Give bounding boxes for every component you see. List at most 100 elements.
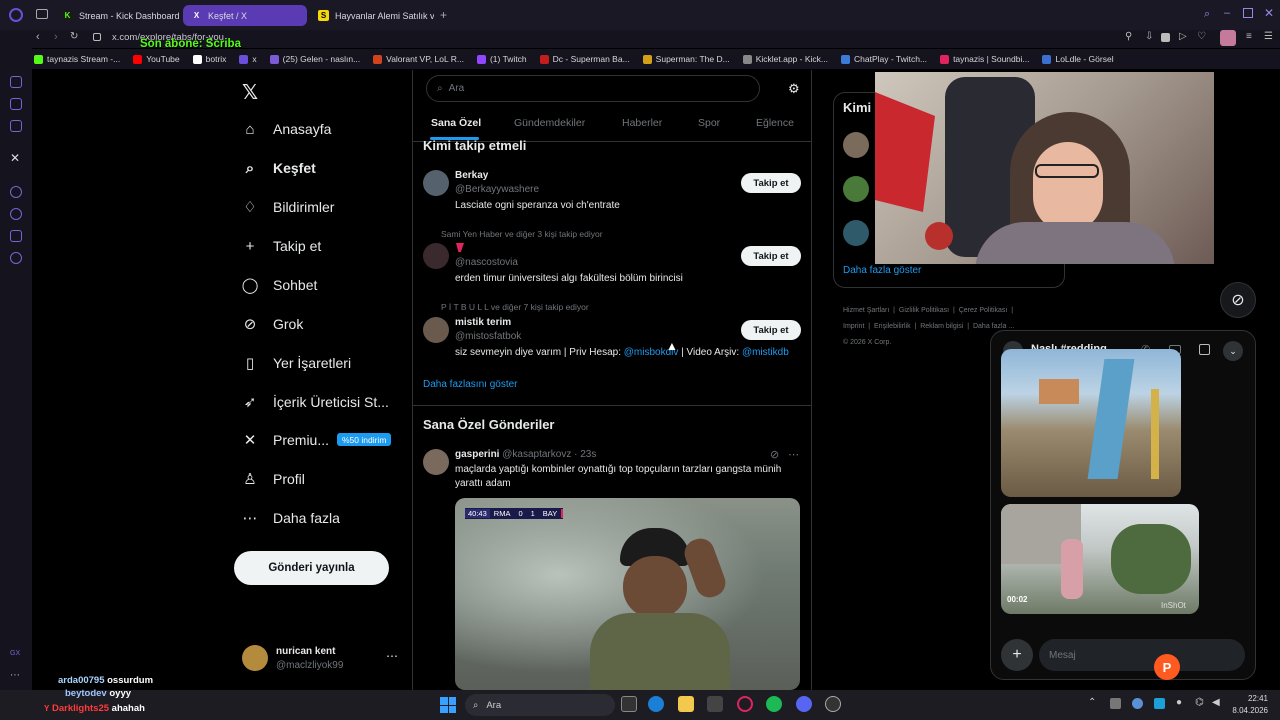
nav-item-6[interactable]: ▯ Yer İşaretleri (241, 354, 351, 372)
tab-entertainment[interactable]: Eğlence (756, 117, 794, 129)
store-icon[interactable] (707, 696, 723, 712)
search-tabs-icon[interactable]: ⌕ (1204, 8, 1210, 21)
minimize-icon[interactable]: – (1224, 7, 1230, 19)
footer-link[interactable]: Gizlilik Politikası (899, 307, 949, 314)
close-window-icon[interactable]: ✕ (1264, 6, 1274, 20)
footer-link[interactable]: Imprint (843, 323, 864, 330)
post-time[interactable]: · 23s (574, 449, 596, 460)
sidebar-settings-icon[interactable] (10, 252, 22, 264)
network-icon[interactable]: ⌬ (1195, 697, 1204, 708)
post-more-icon[interactable]: ⋯ (788, 448, 799, 461)
sidebar-app-icon[interactable] (10, 98, 22, 110)
user-handle[interactable]: @Berkayywashere (455, 184, 539, 195)
steam-icon[interactable] (825, 696, 841, 712)
microphone-icon[interactable]: ● (1176, 697, 1182, 708)
task-view-icon[interactable] (621, 696, 637, 712)
file-explorer-icon[interactable] (678, 696, 694, 712)
send-icon[interactable]: ▷ (1179, 31, 1187, 42)
opera-gx-icon[interactable] (737, 696, 753, 712)
sidebar-app-icon[interactable] (10, 120, 22, 132)
user-handle[interactable]: @nascostovia (455, 257, 518, 268)
footer-link[interactable]: Çerez Politikası (959, 307, 1008, 314)
tab-sports[interactable]: Spor (698, 117, 720, 129)
expand-icon[interactable] (1199, 344, 1210, 355)
grok-icon[interactable]: ⊘ (770, 448, 779, 461)
clock-date[interactable]: 8.04.2026 (1224, 706, 1268, 715)
footer-link[interactable]: Hizmet Şartları (843, 307, 889, 314)
nav-item-8[interactable]: ✕ Premiu... (241, 431, 329, 449)
bookmark-item[interactable]: x (239, 54, 257, 64)
tray-overflow-icon[interactable]: ⌃ (1088, 697, 1096, 708)
nav-item-9[interactable]: ♙ Profil (241, 470, 305, 488)
bio-link[interactable]: @mistikdb (742, 347, 789, 358)
nav-item-4[interactable]: ◯ Sohbet (241, 276, 318, 294)
bookmark-item[interactable]: Dc - Superman Ba... (539, 54, 630, 64)
tab-kick-dashboard[interactable]: K Stream - Kick Dashboard (54, 5, 180, 26)
bookmark-item[interactable]: Superman: The D... (642, 54, 730, 64)
nav-item-1[interactable]: ⌕ Keşfet (241, 159, 316, 177)
sidebar-extensions-icon[interactable] (10, 230, 22, 242)
account-menu-icon[interactable]: ⋯ (386, 649, 398, 663)
bluetooth-icon[interactable] (1132, 698, 1143, 709)
shield-icon[interactable] (1161, 33, 1170, 42)
bookmark-item[interactable]: Kicklet.app - Kick... (742, 54, 828, 64)
follow-button[interactable]: Takip et (741, 173, 801, 193)
volume-icon[interactable]: ◀ (1212, 697, 1220, 708)
user-name[interactable]: Berkay (455, 170, 488, 181)
tab-trending[interactable]: Gündemdekiler (514, 117, 585, 129)
bookmark-item[interactable]: (25) Gelen - naslın... (269, 54, 360, 64)
sidebar-player-icon[interactable] (10, 186, 22, 198)
tab-x-explore[interactable]: X Keşfet / X (183, 5, 307, 26)
tab-news[interactable]: Haberler (622, 117, 662, 129)
dm-image[interactable] (1001, 349, 1181, 497)
new-tab-button[interactable]: + (440, 8, 447, 22)
bookmark-item[interactable]: taynazis Stream -... (34, 54, 120, 64)
bookmark-item[interactable]: Valorant VP, LoL R... (373, 54, 464, 64)
p-app-icon[interactable]: P (1154, 654, 1180, 680)
taskbar-search[interactable]: ⌕ Ara (465, 694, 615, 716)
nav-item-7[interactable]: ➶ İçerik Üreticisi St... (241, 393, 389, 411)
search-input[interactable]: ⌕ Ara (426, 75, 760, 102)
nav-item-2[interactable]: ♢ Bildirimler (241, 198, 334, 216)
sidebar-app-icon[interactable] (10, 76, 22, 88)
heart-icon[interactable]: ♡ (1197, 31, 1206, 42)
avatar[interactable] (843, 220, 869, 246)
post-video[interactable]: 40:43 RMA 0 1 BAY (455, 498, 800, 690)
windows-start-icon[interactable] (440, 697, 456, 713)
sidebar-history-icon[interactable] (10, 208, 22, 220)
sidebar-more-icon[interactable]: ⋯ (10, 670, 20, 681)
x-sidebar-icon[interactable]: ✕ (10, 151, 20, 165)
tab-manager-icon[interactable] (36, 9, 48, 19)
user-handle[interactable]: @mistosfatbok (455, 331, 521, 342)
collapse-icon[interactable]: ⌄ (1223, 341, 1243, 361)
bookmark-item[interactable]: ChatPlay - Twitch... (840, 54, 927, 64)
menu-icon[interactable]: ☰ (1264, 31, 1273, 42)
pin-icon[interactable]: ⚲ (1125, 31, 1132, 42)
avatar[interactable] (423, 170, 449, 196)
show-more-link[interactable]: Daha fazlasını göster (423, 379, 518, 390)
follow-button[interactable]: Takip et (741, 246, 801, 266)
tab-hayvanlar[interactable]: S Hayvanlar Alemi Satılık ve (310, 5, 434, 26)
message-input[interactable]: Mesaj (1039, 639, 1245, 671)
nav-item-0[interactable]: ⌂ Anasayfa (241, 120, 331, 138)
edge-icon[interactable] (648, 696, 664, 712)
avatar[interactable] (423, 243, 449, 269)
bookmark-item[interactable]: YouTube (133, 54, 180, 64)
bookmark-item[interactable]: LoLdle - Görsel (1042, 54, 1114, 64)
back-icon[interactable]: ‹ (36, 31, 40, 43)
extensions-icon[interactable]: ≡ (1246, 31, 1252, 42)
footer-link[interactable]: Daha fazla ... (973, 323, 1014, 330)
footer-link[interactable]: Reklam bilgisi (920, 323, 963, 330)
user-name[interactable]: mistik terim (455, 317, 511, 328)
post-button[interactable]: Gönderi yayınla (234, 551, 389, 585)
opera-logo-icon[interactable] (9, 8, 23, 22)
account-avatar[interactable] (242, 645, 268, 671)
tray-app-icon[interactable] (1154, 698, 1165, 709)
avatar[interactable] (423, 449, 449, 475)
profile-avatar[interactable] (1220, 30, 1236, 46)
tab-for-you[interactable]: Sana Özel (431, 117, 481, 129)
avatar[interactable] (843, 176, 869, 202)
show-more-link[interactable]: Daha fazla göster (843, 265, 921, 276)
bookmark-item[interactable]: (1) Twitch (476, 54, 527, 64)
discord-icon[interactable] (796, 696, 812, 712)
